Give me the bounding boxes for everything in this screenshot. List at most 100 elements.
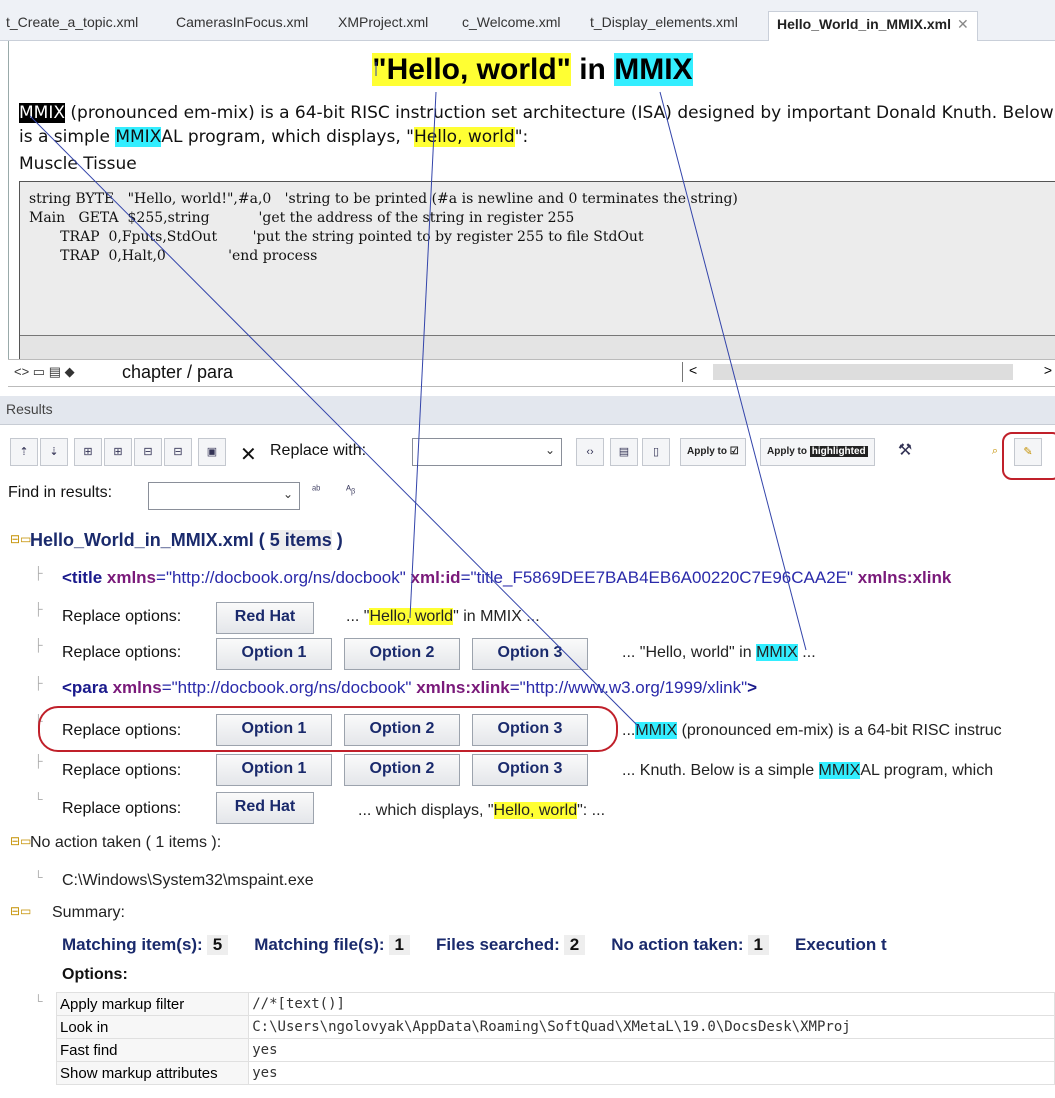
option-value: yes [248,1038,1055,1062]
tree-connector: └ [34,870,43,884]
scroll-left-icon[interactable]: < [689,362,697,378]
snippet-highlight: Hello, world [493,802,578,819]
option-key: Show markup attributes [55,1061,250,1085]
option-1-button[interactable]: Option 1 [216,754,332,786]
tree-para-node[interactable]: ├ <para xmlns="http://docbook.org/ns/doc… [0,674,1055,708]
move-up-icon[interactable]: ⇡ [10,438,38,466]
red-hat-button[interactable]: Red Hat [216,602,314,634]
attr-value: ="title_F5869DEE7BAB4EB6A00220C7E96CAA2E… [460,568,854,587]
replace-options-label: Replace options: [62,608,182,625]
document-paragraph: MMIX (pronounced em-mix) is a 64-bit RIS… [19,101,1055,149]
option-value: yes [248,1061,1055,1085]
snippet-highlight: MMIX [635,722,678,739]
result-snippet: ... "Hello, world" in MMIX ... [346,608,540,625]
tree-summary-node[interactable]: ⊟▭ Summary: [0,902,1055,936]
option-3-button[interactable]: Option 3 [472,638,588,670]
replace-with-combo[interactable]: ⌄ [412,438,562,466]
title-tag: <title xmlns="http://docbook.org/ns/docb… [62,568,951,588]
summary-label: Summary: [52,904,125,921]
tree-file-node[interactable]: ⊟▭ Hello_World_in_MMIX.xml ( 5 items ) [0,526,1055,560]
tree-connector: ├ [34,638,43,652]
close-results-icon[interactable]: ✕ [240,442,257,467]
apply-to-highlighted-button[interactable]: Apply to highlighted [760,438,875,466]
snippet-highlight: MMIX [818,762,861,779]
document-icon[interactable]: ▤ [610,438,638,466]
red-hat-button[interactable]: Red Hat [216,792,314,824]
no-action-path: C:\Windows\System32\mspaint.exe [62,872,314,889]
find-in-results-combo[interactable]: ⌄ [148,482,300,510]
tag-end: > [747,678,758,697]
close-icon[interactable]: ✕ [957,16,969,32]
highlight-callout [38,706,618,752]
no-action-label: No action taken ( 1 items ): [30,834,222,851]
matching-files-label: Matching file(s): [254,935,385,954]
tab-t-display-elements[interactable]: t_Display_elements.xml [590,14,738,36]
no-action-item[interactable]: └ C:\Windows\System32\mspaint.exe [0,868,1055,902]
page-icon[interactable]: ▯ [642,438,670,466]
option-3-button[interactable]: Option 3 [472,754,588,786]
attr-name: xmlns:xlink [853,568,952,587]
move-down-icon[interactable]: ⇣ [40,438,68,466]
view-mode-icons[interactable]: <> ▭ ▤ ◆ [14,364,75,380]
tree-title-node[interactable]: ├ <title xmlns="http://docbook.org/ns/do… [0,564,1055,598]
highlight-callout [1002,432,1055,480]
markup-icon[interactable]: ‹› [576,438,604,466]
find-prev-icon[interactable]: ᴬᵦ [346,484,355,496]
tab-cameras-in-focus[interactable]: CamerasInFocus.xml [176,14,308,36]
scroll-right-icon[interactable]: > [1044,362,1052,378]
find-next-icon[interactable]: ᵃᵇ [312,484,320,496]
attr-value: ="http://docbook.org/ns/docbook" [156,568,406,587]
no-action-taken-value: 1 [747,935,769,955]
tree-no-action-node[interactable]: ⊟▭ No action taken ( 1 items ): [0,832,1055,866]
tools-icon[interactable]: ⚒ [892,438,918,464]
matching-items-label: Matching item(s): [62,935,203,954]
tree-connector: └ [34,792,43,806]
find-in-results-label: Find in results: [8,484,113,501]
summary-stats: Matching item(s): 5 Matching file(s): 1 File… [62,935,887,955]
folder-open-icon: ⊟▭ [10,834,32,848]
tag-name: <para [62,678,108,697]
apply-to-button[interactable]: Apply to ☑ [680,438,746,466]
document-editor[interactable]: "Hello, world" in MMIX MMIX (pronounced … [8,41,1055,387]
attr-value: ="http://www.w3.org/1999/xlink" [509,678,748,697]
options-table: Apply markup filter//*[text()] Look in C:… [55,992,1055,1085]
scroll-thumb[interactable] [713,364,1013,380]
results-title: Results [6,401,53,417]
expand-icon[interactable]: ⊞ [104,438,132,466]
file-item-count: 5 items [269,530,332,550]
tree-connector: ├ [34,602,43,616]
collapse-all-icon[interactable]: ⊟ [164,438,192,466]
results-panel-header: Results [0,396,1055,425]
tab-t-create-a-topic[interactable]: t_Create_a_topic.xml [6,14,138,36]
option-value: //*[text()] [248,992,1055,1016]
files-searched-value: 2 [563,935,586,955]
tab-xmproject[interactable]: XMProject.xml [338,14,428,36]
results-toolbar: ⇡ ⇣ ⊞ ⊞ ⊟ ⊟ ▣ ✕ Replace with: ⌄ ‹› ▤ ▯ A… [0,432,1055,472]
collapse-icon[interactable]: ⊟ [134,438,162,466]
folder-open-icon: ⊟▭ [10,904,32,918]
result-snippet: ... which displays, "Hello, world": ... [358,802,606,819]
option-key: Fast find [55,1038,250,1062]
attr-name: xmlns [107,678,162,697]
para-tag: <para xmlns="http://docbook.org/ns/docbo… [62,678,757,698]
title-hello-world: "Hello, world" [372,53,571,86]
replace-with-label: Replace with: [270,442,367,459]
go-to-icon[interactable]: ▣ [198,438,226,466]
expand-all-icon[interactable]: ⊞ [74,438,102,466]
attr-name: xmlns:xlink [411,678,510,697]
muscle-tissue-label: Muscle Tissue [19,154,137,174]
option-2-button[interactable]: Option 2 [344,754,460,786]
replace-option-row: ├ Replace options: Red Hat ... "Hello, w… [0,600,1055,634]
matching-items-value: 5 [206,935,229,955]
replace-options-label: Replace options: [62,762,182,779]
tab-c-welcome[interactable]: c_Welcome.xml [462,14,561,36]
tree-connector: ├ [34,676,43,690]
tree-connector: ├ [34,566,43,580]
options-row: Fast find yes [55,1038,1055,1062]
tab-hello-world-in-mmix[interactable]: Hello_World_in_MMIX.xml ✕ [768,11,978,41]
option-2-button[interactable]: Option 2 [344,638,460,670]
para-text: AL program, which displays, " [161,127,414,147]
horizontal-scrollbar[interactable]: < > [682,362,1055,382]
code-block: string BYTE "Hello, world!",#a,0 'string… [19,181,1055,381]
option-1-button[interactable]: Option 1 [216,638,332,670]
